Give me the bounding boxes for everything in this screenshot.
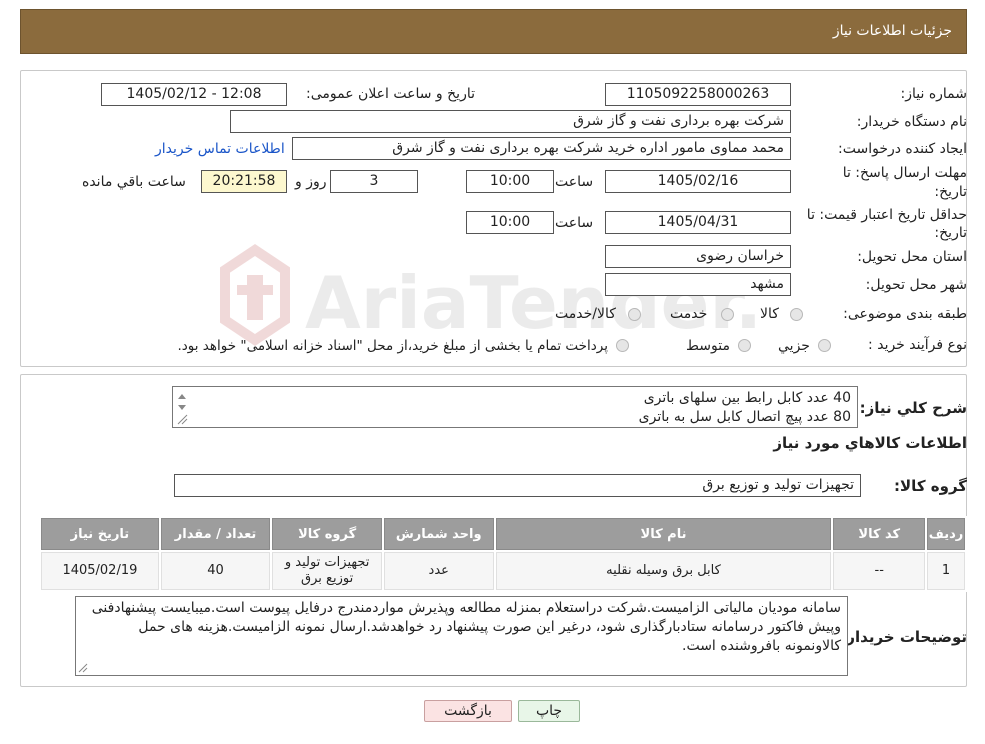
remaining-label: ساعت باقي مانده: [82, 174, 186, 190]
col-row: رديف: [927, 518, 965, 550]
days-field[interactable]: 3: [330, 170, 418, 193]
cell-qty: 40: [160, 552, 271, 590]
back-button[interactable]: بازگشت: [424, 700, 512, 722]
col-qty: تعداد / مقدار: [160, 518, 271, 550]
process-small-radio[interactable]: [818, 339, 831, 352]
cell-group: تجهیزات تولید و توزیع برق: [272, 552, 382, 590]
buyer-field[interactable]: شرکت بهره برداری نفت و گاز شرق: [230, 110, 791, 133]
col-unit: واحد شمارش: [383, 518, 494, 550]
treasury-checkbox[interactable]: [616, 339, 629, 352]
process-label: نوع فرآیند خرید :: [868, 337, 967, 353]
col-group: گروه کالا: [272, 518, 382, 550]
summary-label: شرح کلي نياز:: [859, 399, 967, 417]
col-date: تاریخ نیاز: [41, 518, 159, 550]
summary-textarea[interactable]: 40 عدد کابل رابط بین سلهای باتری 80 عدد …: [172, 386, 858, 428]
process-note: پرداخت تمام یا بخشی از مبلغ خرید،از محل …: [177, 338, 608, 354]
buyer-label: نام دستگاه خریدار:: [856, 114, 967, 130]
category-goods-service-label: کالا/خدمت: [555, 306, 616, 322]
cell-date: 1405/02/19: [41, 552, 159, 590]
page-header: جزئیات اطلاعات نیاز: [20, 9, 967, 54]
buyer-notes-label: توضیحات خریدار:: [840, 628, 967, 646]
contact-info-link[interactable]: اطلاعات تماس خریدار: [155, 141, 285, 157]
cell-unit: عدد: [383, 552, 494, 590]
goods-group-field[interactable]: تجهیزات تولید و توزیع برق: [174, 474, 861, 497]
resize-handle-icon[interactable]: [78, 663, 88, 673]
category-label: طبقه بندی موضوعی:: [843, 306, 967, 322]
goods-info-title: اطلاعات کالاهاي مورد نياز: [773, 434, 967, 452]
items-table-wrapper: رديف کد کالا نام کالا واحد شمارش گروه کا…: [39, 516, 967, 592]
page-title: جزئیات اطلاعات نیاز: [832, 23, 952, 39]
category-goods-label: کالا: [760, 306, 779, 322]
province-label: استان محل تحویل:: [857, 249, 967, 265]
cell-name: کابل برق وسیله نقلیه: [495, 552, 832, 590]
announce-label: تاریخ و ساعت اعلان عمومی:: [306, 86, 475, 102]
textarea-scroll-arrows-icon[interactable]: [175, 389, 189, 425]
creator-label: ایجاد کننده درخواست:: [838, 141, 967, 157]
deadline-label: مهلت ارسال پاسخ: تا: [842, 165, 967, 181]
validity-time-field[interactable]: 10:00: [466, 211, 554, 234]
summary-line: 40 عدد کابل رابط بین سلهای باتری: [643, 390, 851, 406]
validity-date-field[interactable]: 1405/04/31: [605, 211, 791, 234]
remaining-time-field: 20:21:58: [201, 170, 287, 193]
deadline-label-2: تاریخ:: [934, 184, 967, 200]
buyer-notes-text: سامانه مودیان مالیاتی الزامیست.شرکت دراس…: [91, 600, 841, 654]
category-goods-service-radio[interactable]: [628, 308, 641, 321]
city-field[interactable]: مشهد: [605, 273, 791, 296]
summary-line: 80 عدد پیچ اتصال کابل سل به باتری: [638, 409, 851, 425]
deadline-time-label: ساعت: [555, 174, 594, 190]
deadline-date-field[interactable]: 1405/02/16: [605, 170, 791, 193]
category-goods-radio[interactable]: [790, 308, 803, 321]
days-label: روز و: [295, 174, 327, 190]
cell-code: --: [833, 552, 926, 590]
validity-label-2: تاریخ:: [934, 225, 967, 241]
buyer-notes-textarea[interactable]: سامانه مودیان مالیاتی الزامیست.شرکت دراس…: [75, 596, 848, 676]
process-medium-radio[interactable]: [738, 339, 751, 352]
city-label: شهر محل تحویل:: [865, 277, 967, 293]
deadline-time-field[interactable]: 10:00: [466, 170, 554, 193]
announce-field[interactable]: 1405/02/12 - 12:08: [101, 83, 287, 106]
category-service-radio[interactable]: [721, 308, 734, 321]
need-number-label: شماره نیاز:: [900, 86, 968, 102]
need-number-field[interactable]: 1105092258000263: [605, 83, 791, 106]
process-medium-label: متوسط: [686, 338, 730, 354]
items-table: رديف کد کالا نام کالا واحد شمارش گروه کا…: [39, 516, 967, 592]
validity-label: حداقل تاریخ اعتبار قیمت: تا: [806, 207, 967, 223]
validity-time-label: ساعت: [555, 215, 594, 231]
process-small-label: جزیي: [778, 338, 810, 354]
print-button[interactable]: چاپ: [518, 700, 580, 722]
col-name: نام کالا: [495, 518, 832, 550]
category-service-label: خدمت: [670, 306, 708, 322]
province-field[interactable]: خراسان رضوی: [605, 245, 791, 268]
creator-field[interactable]: محمد مماوی مامور اداره خرید شرکت بهره بر…: [292, 137, 791, 160]
cell-row: 1: [927, 552, 965, 590]
goods-group-label: گروه کالا:: [894, 477, 967, 495]
col-code: کد کالا: [833, 518, 926, 550]
table-row: 1 -- کابل برق وسیله نقلیه عدد تجهیزات تو…: [41, 552, 965, 590]
